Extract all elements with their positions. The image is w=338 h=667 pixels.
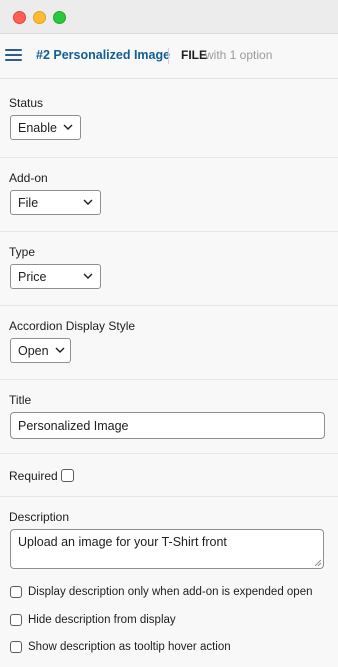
divider bbox=[0, 453, 338, 454]
chevron-down-icon bbox=[55, 347, 65, 353]
required-checkbox[interactable] bbox=[61, 469, 74, 482]
addon-title-heading[interactable]: #2 Personalized Image bbox=[36, 48, 170, 62]
accordion-style-label: Accordion Display Style bbox=[9, 319, 136, 333]
type-label: Type bbox=[9, 245, 36, 259]
hide-description-checkbox[interactable] bbox=[10, 614, 22, 626]
status-select-value: Enable bbox=[18, 121, 57, 135]
hide-description-label: Hide description from display bbox=[28, 614, 176, 626]
show-tooltip-label: Show description as tooltip hover action bbox=[28, 641, 231, 653]
divider bbox=[0, 496, 338, 497]
divider bbox=[0, 231, 338, 232]
status-label: Status bbox=[9, 96, 44, 110]
status-select[interactable]: Enable bbox=[10, 115, 81, 140]
type-select[interactable]: Price bbox=[10, 264, 101, 289]
resize-grip-icon[interactable] bbox=[314, 559, 321, 566]
app-window: #2 Personalized Image FILE with 1 option… bbox=[0, 0, 338, 667]
type-select-value: Price bbox=[18, 270, 47, 284]
addon-label: Add-on bbox=[9, 171, 48, 185]
divider bbox=[0, 379, 338, 380]
title-input-value: Personalized Image bbox=[18, 419, 129, 433]
required-label: Required bbox=[9, 469, 58, 483]
description-label: Description bbox=[9, 510, 70, 524]
title-label: Title bbox=[9, 393, 32, 407]
description-textarea[interactable]: Upload an image for your T-Shirt front bbox=[10, 529, 324, 569]
addon-options-count: with 1 option bbox=[205, 48, 273, 62]
display-only-expanded-label: Display description only when add-on is … bbox=[28, 586, 313, 598]
maximize-window-button[interactable] bbox=[53, 11, 66, 24]
addon-header: #2 Personalized Image FILE with 1 option bbox=[0, 34, 338, 79]
minimize-window-button[interactable] bbox=[33, 11, 46, 24]
description-textarea-value: Upload an image for your T-Shirt front bbox=[18, 535, 227, 549]
addon-select[interactable]: File bbox=[10, 190, 101, 215]
drag-handle-icon[interactable] bbox=[5, 49, 22, 61]
addon-type-label: FILE bbox=[181, 48, 207, 62]
title-bar bbox=[0, 0, 338, 34]
close-window-button[interactable] bbox=[13, 11, 26, 24]
accordion-style-select[interactable]: Open bbox=[10, 338, 71, 363]
divider bbox=[0, 157, 338, 158]
chevron-down-icon bbox=[83, 273, 93, 279]
addon-select-value: File bbox=[18, 196, 39, 210]
chevron-down-icon bbox=[63, 124, 73, 130]
display-only-expanded-checkbox[interactable] bbox=[10, 586, 22, 598]
header-separator bbox=[168, 48, 169, 64]
chevron-down-icon bbox=[83, 199, 93, 205]
accordion-style-select-value: Open bbox=[18, 344, 49, 358]
show-tooltip-checkbox[interactable] bbox=[10, 641, 22, 653]
title-input[interactable]: Personalized Image bbox=[10, 412, 325, 439]
divider bbox=[0, 305, 338, 306]
